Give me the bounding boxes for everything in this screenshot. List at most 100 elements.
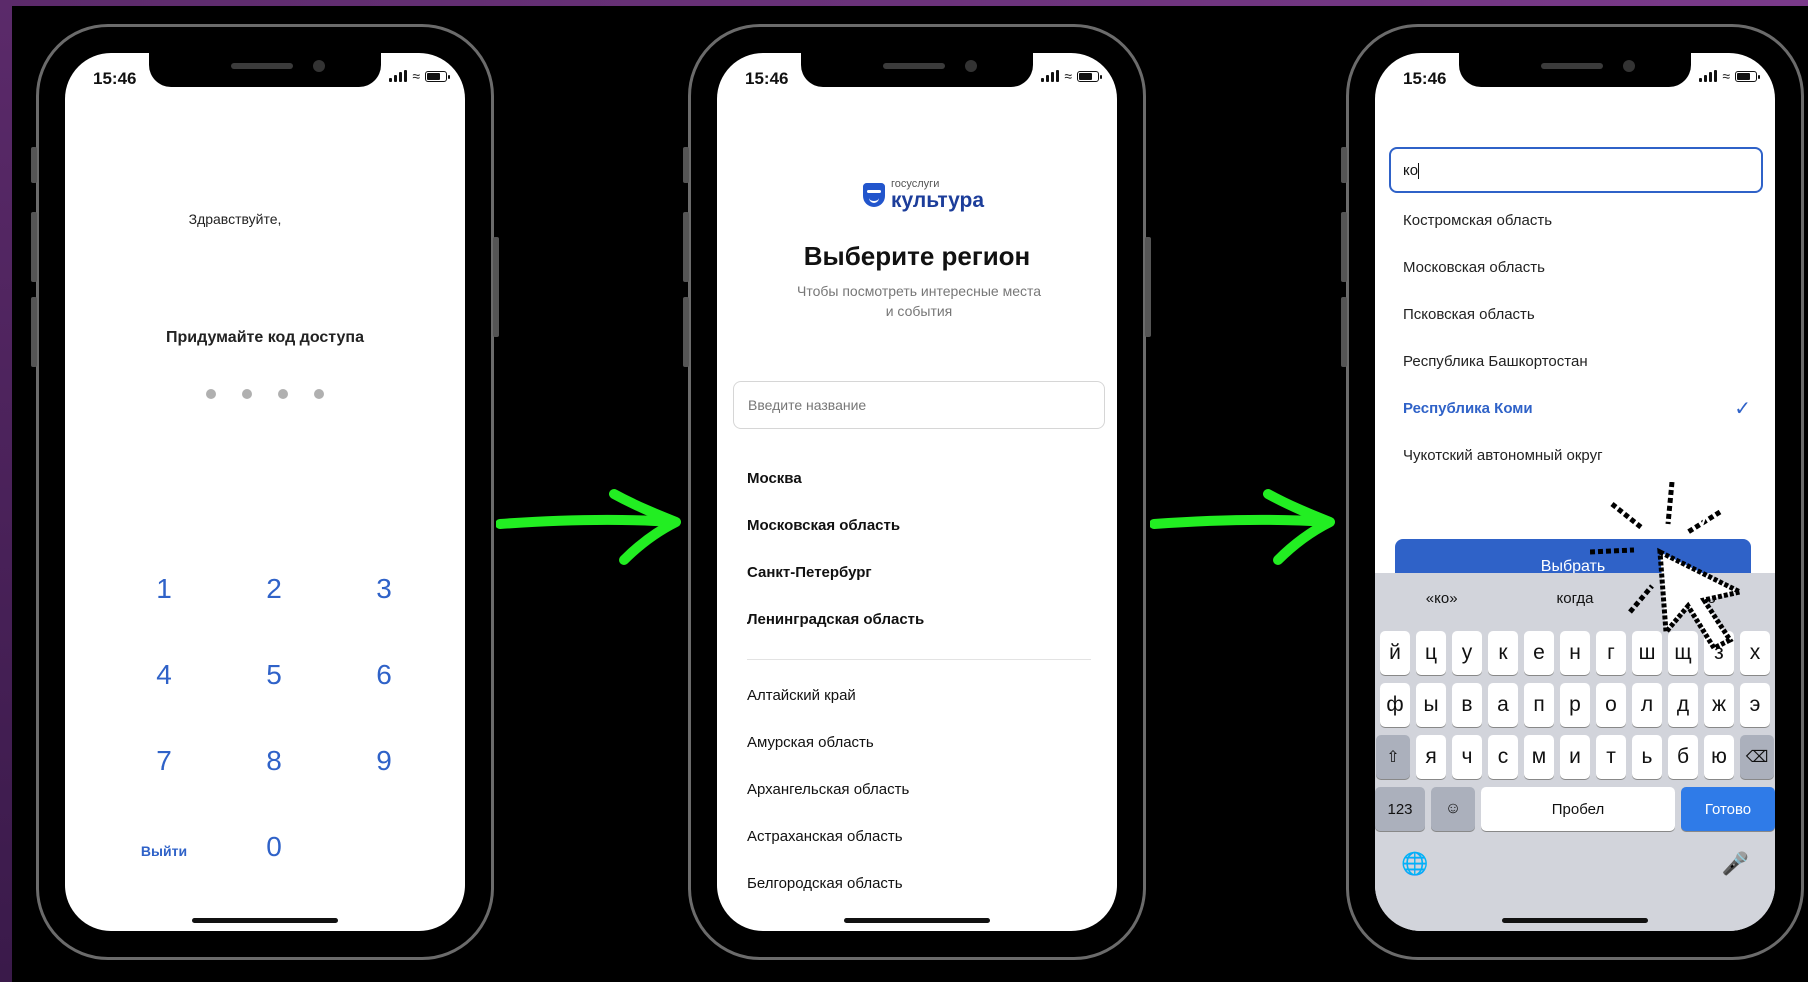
page-title: Выберите регион — [803, 241, 1031, 271]
globe-icon[interactable]: 🌐 — [1401, 851, 1428, 877]
result-item[interactable]: Московская область — [1403, 258, 1751, 305]
result-item[interactable]: Костромская область — [1403, 211, 1751, 258]
key[interactable]: н — [1560, 631, 1590, 675]
key[interactable]: п — [1524, 683, 1554, 727]
region-item[interactable]: Алтайский край — [747, 686, 1091, 733]
result-label: Чукотский автономный округ — [1403, 447, 1603, 464]
pin-dot — [242, 389, 252, 399]
region-item-leningrad-oblast[interactable]: Ленинградская область — [747, 610, 1091, 657]
result-item[interactable]: Республика Башкортостан — [1403, 352, 1751, 399]
phone-side-button — [683, 212, 689, 282]
region-item-moscow-oblast[interactable]: Московская область — [747, 516, 1091, 563]
done-key[interactable]: Готово — [1681, 787, 1775, 831]
phone-side-button — [683, 297, 689, 367]
key[interactable]: с — [1488, 735, 1518, 779]
search-input[interactable]: Введите название — [733, 381, 1105, 429]
shift-key-icon[interactable]: ⇧ — [1376, 735, 1410, 779]
page-subtitle: Чтобы посмотреть интересные места и собы… — [797, 283, 1042, 319]
search-input-value: ко — [1403, 162, 1419, 179]
battery-icon — [425, 71, 450, 82]
home-indicator — [1502, 918, 1648, 923]
region-item[interactable]: Амурская область — [747, 733, 1091, 780]
key[interactable]: д — [1668, 683, 1698, 727]
emoji-key-icon[interactable]: ☺ — [1431, 787, 1475, 831]
signal-icon — [1041, 70, 1060, 82]
wifi-icon: ≈ — [412, 68, 420, 84]
suggestion-item[interactable]: «ко» — [1375, 590, 1508, 607]
space-key[interactable]: Пробел — [1481, 787, 1675, 831]
region-item[interactable]: Астраханская область — [747, 827, 1091, 874]
key[interactable]: ю — [1704, 735, 1734, 779]
key[interactable]: ч — [1452, 735, 1482, 779]
backspace-key-icon[interactable]: ⌫ — [1740, 735, 1774, 779]
phone-side-button — [1341, 212, 1347, 282]
key-1[interactable]: 1 — [109, 553, 219, 639]
greeting-text: Здравствуйте, — [188, 211, 282, 227]
key-4[interactable]: 4 — [109, 639, 219, 725]
key[interactable]: у — [1452, 631, 1482, 675]
text-caret — [1418, 163, 1420, 180]
result-item[interactable]: Псковская область — [1403, 305, 1751, 352]
key[interactable]: ж — [1704, 683, 1734, 727]
result-label: Московская область — [1403, 259, 1545, 276]
wifi-icon: ≈ — [1722, 68, 1730, 84]
key-5[interactable]: 5 — [219, 639, 329, 725]
pin-dot — [278, 389, 288, 399]
notch — [149, 53, 381, 87]
region-item-spb[interactable]: Санкт-Петербург — [747, 563, 1091, 610]
region-item[interactable]: Белгородская область — [747, 874, 1091, 921]
status-icons: ≈ — [1041, 69, 1102, 83]
keyboard-row-3: ⇧ я ч с м и т ь б ю ⌫ — [1375, 735, 1775, 779]
search-results: Костромская область Московская область П… — [1403, 211, 1751, 493]
phone-side-button — [31, 212, 37, 282]
microphone-icon[interactable]: 🎤 — [1722, 851, 1749, 877]
divider — [747, 659, 1091, 660]
status-icons: ≈ — [389, 68, 450, 84]
logout-button[interactable]: Выйти — [109, 811, 219, 897]
key[interactable]: к — [1488, 631, 1518, 675]
key[interactable]: ь — [1632, 735, 1662, 779]
key-2[interactable]: 2 — [219, 553, 329, 639]
key[interactable]: а — [1488, 683, 1518, 727]
home-indicator — [192, 918, 338, 923]
key-7[interactable]: 7 — [109, 725, 219, 811]
key[interactable]: л — [1632, 683, 1662, 727]
key[interactable]: т — [1596, 735, 1626, 779]
phone-side-button — [493, 237, 499, 337]
key[interactable]: е — [1524, 631, 1554, 675]
key[interactable]: э — [1740, 683, 1770, 727]
region-item-moscow[interactable]: Москва — [747, 469, 1091, 516]
phone-side-button — [683, 147, 689, 183]
region-list: Москва Московская область Санкт-Петербур… — [747, 469, 1091, 921]
key[interactable]: ф — [1380, 683, 1410, 727]
home-indicator — [844, 918, 990, 923]
key[interactable]: ы — [1416, 683, 1446, 727]
key[interactable]: р — [1560, 683, 1590, 727]
key-3[interactable]: 3 — [329, 553, 439, 639]
battery-icon — [1735, 71, 1760, 82]
key[interactable]: ц — [1416, 631, 1446, 675]
status-icons: ≈ — [1699, 68, 1760, 84]
theater-mask-icon — [863, 183, 885, 207]
key[interactable]: я — [1416, 735, 1446, 779]
key[interactable]: б — [1668, 735, 1698, 779]
region-item[interactable]: Архангельская область — [747, 780, 1091, 827]
frame-top-edge — [0, 0, 1808, 6]
key[interactable]: м — [1524, 735, 1554, 779]
result-item-selected[interactable]: Республика Коми ✓ — [1403, 399, 1751, 446]
phone-region-screen: 15:46 ≈ госуслуги культура Выберите реги… — [683, 24, 1151, 960]
key[interactable]: й — [1380, 631, 1410, 675]
numbers-key[interactable]: 123 — [1375, 787, 1425, 831]
key[interactable]: о — [1596, 683, 1626, 727]
key-8[interactable]: 8 — [219, 725, 329, 811]
key[interactable]: в — [1452, 683, 1482, 727]
key-0[interactable]: 0 — [219, 811, 329, 897]
key-9[interactable]: 9 — [329, 725, 439, 811]
battery-icon — [1077, 71, 1102, 82]
pin-dot — [314, 389, 324, 399]
phone-side-button — [1341, 147, 1347, 183]
key-6[interactable]: 6 — [329, 639, 439, 725]
key[interactable]: и — [1560, 735, 1590, 779]
search-input[interactable]: ко — [1389, 147, 1763, 193]
pin-keypad: 1 2 3 4 5 6 7 8 9 Выйти 0 — [109, 553, 439, 897]
